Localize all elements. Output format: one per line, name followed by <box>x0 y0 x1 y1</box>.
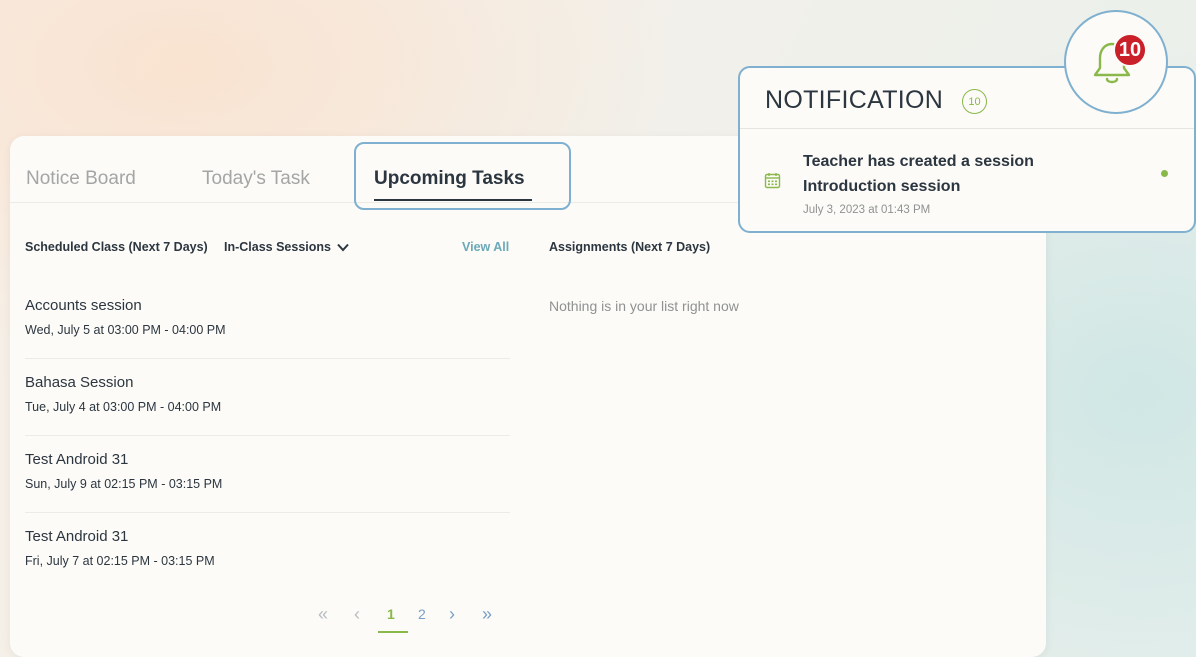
session-time: Tue, July 4 at 03:00 PM - 04:00 PM <box>25 400 222 414</box>
session-type-value: In-Class Sessions <box>224 240 331 254</box>
notification-message[interactable]: Teacher has created a session <box>803 153 1034 171</box>
session-time: Sun, July 9 at 02:15 PM - 03:15 PM <box>25 477 223 491</box>
notification-timestamp: July 3, 2023 at 01:43 PM <box>803 204 931 216</box>
session-time: Fri, July 7 at 02:15 PM - 03:15 PM <box>25 554 215 568</box>
active-tab-highlight <box>354 142 571 210</box>
session-name: Test Android 31 <box>25 528 129 545</box>
assignments-empty-message: Nothing is in your list right now <box>549 298 739 314</box>
prev-page-icon[interactable]: ‹ <box>354 604 360 625</box>
session-time: Wed, July 5 at 03:00 PM - 04:00 PM <box>25 323 226 337</box>
last-page-icon[interactable]: » <box>482 604 492 625</box>
page-1-button[interactable]: 1 <box>387 606 395 622</box>
list-item[interactable]: Test Android 31 Fri, July 7 at 02:15 PM … <box>25 513 510 590</box>
scheduled-class-heading: Scheduled Class (Next 7 Days) <box>25 240 208 254</box>
divider <box>740 128 1194 129</box>
session-list: Accounts session Wed, July 5 at 03:00 PM… <box>25 282 510 590</box>
tab-notice-board[interactable]: Notice Board <box>26 168 136 190</box>
view-all-link[interactable]: View All <box>462 240 509 254</box>
assignments-heading: Assignments (Next 7 Days) <box>549 240 711 254</box>
list-item[interactable]: Accounts session Wed, July 5 at 03:00 PM… <box>25 282 510 359</box>
notification-count-badge: 10 <box>962 89 987 114</box>
pagination: « ‹ 1 2 › » <box>312 604 512 634</box>
notification-bell-button[interactable]: 10 <box>1064 10 1168 114</box>
tab-todays-task[interactable]: Today's Task <box>202 168 310 190</box>
notification-session-name[interactable]: Introduction session <box>803 178 960 196</box>
session-name: Test Android 31 <box>25 451 129 468</box>
notification-badge: 10 <box>1113 33 1147 67</box>
first-page-icon[interactable]: « <box>318 604 328 625</box>
calendar-icon <box>764 173 781 189</box>
notification-title: NOTIFICATION <box>765 86 944 114</box>
list-item[interactable]: Test Android 31 Sun, July 9 at 02:15 PM … <box>25 436 510 513</box>
session-type-dropdown[interactable]: In-Class Sessions <box>224 240 349 254</box>
list-item[interactable]: Bahasa Session Tue, July 4 at 03:00 PM -… <box>25 359 510 436</box>
current-page-underline <box>378 631 408 633</box>
session-name: Bahasa Session <box>25 374 134 391</box>
chevron-down-icon <box>337 243 349 251</box>
page-2-button[interactable]: 2 <box>418 606 426 622</box>
unread-dot <box>1161 170 1168 177</box>
session-name: Accounts session <box>25 297 142 314</box>
next-page-icon[interactable]: › <box>449 604 455 625</box>
